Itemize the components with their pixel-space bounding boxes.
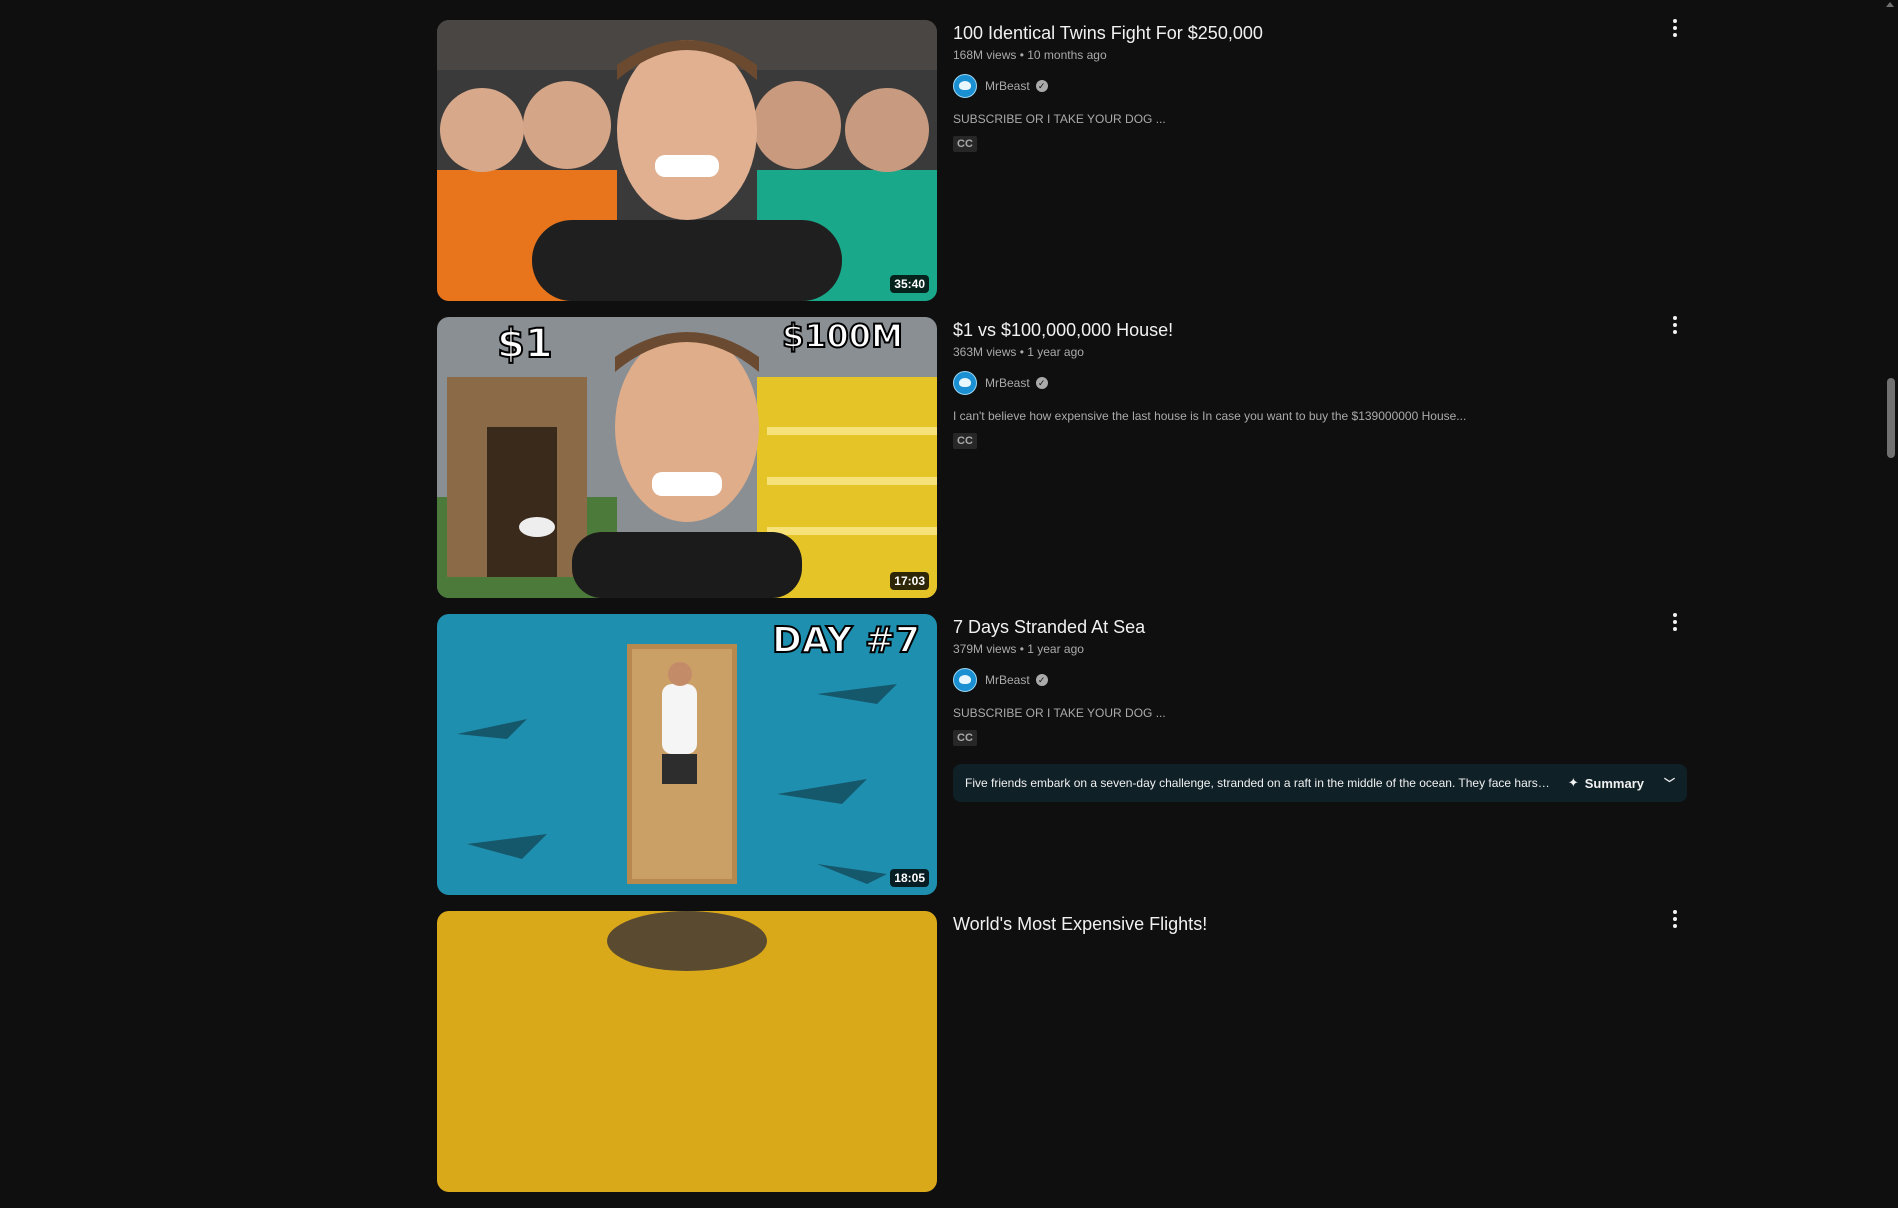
chevron-down-icon[interactable]: ﹀: [1664, 775, 1675, 791]
video-duration: 35:40: [890, 275, 929, 293]
stats-separator: •: [1019, 48, 1024, 62]
channel-avatar[interactable]: [953, 668, 977, 692]
upload-age: 1 year ago: [1027, 345, 1084, 359]
channel-avatar[interactable]: [953, 74, 977, 98]
video-duration: 18:05: [890, 869, 929, 887]
view-count: 363M views: [953, 345, 1017, 359]
video-title[interactable]: 7 Days Stranded At Sea: [953, 614, 1687, 640]
verified-icon: ✓: [1035, 80, 1048, 92]
upload-age: 10 months ago: [1027, 48, 1107, 62]
video-title[interactable]: World's Most Expensive Flights!: [953, 911, 1687, 937]
video-meta: 7 Days Stranded At Sea 379M views • 1 ye…: [953, 613, 1687, 895]
cc-badge: CC: [953, 433, 977, 449]
results-list: 35:40 100 Identical Twins Fight For $250…: [437, 19, 1687, 1208]
channel-info[interactable]: MrBeast ✓: [953, 74, 1687, 98]
video-meta: 100 Identical Twins Fight For $250,000 1…: [953, 19, 1687, 301]
video-stats: 168M views • 10 months ago: [953, 46, 1687, 64]
summary-label: Summary: [1584, 775, 1644, 791]
channel-info[interactable]: MrBeast ✓: [953, 371, 1687, 395]
thumbnail-image: [437, 911, 937, 1192]
video-item[interactable]: 35:40 100 Identical Twins Fight For $250…: [437, 19, 1687, 301]
video-duration: 17:03: [890, 572, 929, 590]
video-description: SUBSCRIBE OR I TAKE YOUR DOG ...: [953, 706, 1166, 720]
cc-badge: CC: [953, 730, 977, 746]
upload-age: 1 year ago: [1027, 642, 1084, 656]
scroll-up-arrow-icon[interactable]: [1886, 2, 1894, 7]
cc-badge: CC: [953, 136, 977, 152]
channel-name[interactable]: MrBeast: [985, 376, 1030, 390]
video-meta: $1 vs $100,000,000 House! 363M views • 1…: [953, 316, 1687, 598]
video-item[interactable]: $1 $100M 17:03 $1 vs $100,000,000 House!…: [437, 316, 1687, 598]
video-item[interactable]: World's Most Expensive Flights!: [437, 910, 1687, 1192]
video-meta: World's Most Expensive Flights!: [953, 910, 1687, 1192]
video-stats: 379M views • 1 year ago: [953, 640, 1687, 658]
video-title[interactable]: $1 vs $100,000,000 House!: [953, 317, 1687, 343]
view-count: 379M views: [953, 642, 1017, 656]
video-stats: 363M views • 1 year ago: [953, 343, 1687, 361]
video-item[interactable]: DAY #7 18:05 7 Days Stranded At Sea 379M…: [437, 613, 1687, 895]
channel-name[interactable]: MrBeast: [985, 79, 1030, 93]
video-title[interactable]: 100 Identical Twins Fight For $250,000: [953, 20, 1687, 46]
scrollbar-thumb[interactable]: [1887, 378, 1895, 458]
sparkle-icon: ✦: [1567, 775, 1579, 790]
channel-name[interactable]: MrBeast: [985, 673, 1030, 687]
summary-button[interactable]: ✦ Summary ﹀: [1568, 775, 1675, 791]
video-thumbnail[interactable]: [437, 911, 937, 1192]
thumbnail-text: DAY #7: [772, 620, 920, 661]
more-options-icon[interactable]: [1663, 313, 1687, 337]
video-description: I can't believe how expensive the last h…: [953, 409, 1467, 423]
verified-icon: ✓: [1035, 377, 1048, 389]
channel-info[interactable]: MrBeast ✓: [953, 668, 1687, 692]
thumbnail-left-text: $1: [497, 321, 553, 367]
video-thumbnail[interactable]: $1 $100M 17:03: [437, 317, 937, 598]
video-description: SUBSCRIBE OR I TAKE YOUR DOG ...: [953, 112, 1166, 126]
video-thumbnail[interactable]: DAY #7 18:05: [437, 614, 937, 895]
video-thumbnail[interactable]: 35:40: [437, 20, 937, 301]
thumbnail-image: DAY #7: [437, 614, 937, 895]
view-count: 168M views: [953, 48, 1017, 62]
ai-summary[interactable]: Five friends embark on a seven-day chall…: [953, 764, 1687, 802]
more-options-icon[interactable]: [1663, 16, 1687, 40]
stats-separator: •: [1019, 345, 1024, 359]
more-options-icon[interactable]: [1663, 610, 1687, 634]
stats-separator: •: [1019, 642, 1024, 656]
more-options-icon[interactable]: [1663, 907, 1687, 931]
verified-icon: ✓: [1035, 674, 1048, 686]
thumbnail-right-text: $100M: [782, 317, 903, 355]
thumbnail-image: $1 $100M: [437, 317, 937, 598]
summary-text: Five friends embark on a seven-day chall…: [965, 776, 1550, 790]
channel-avatar[interactable]: [953, 371, 977, 395]
thumbnail-image: [437, 20, 937, 301]
